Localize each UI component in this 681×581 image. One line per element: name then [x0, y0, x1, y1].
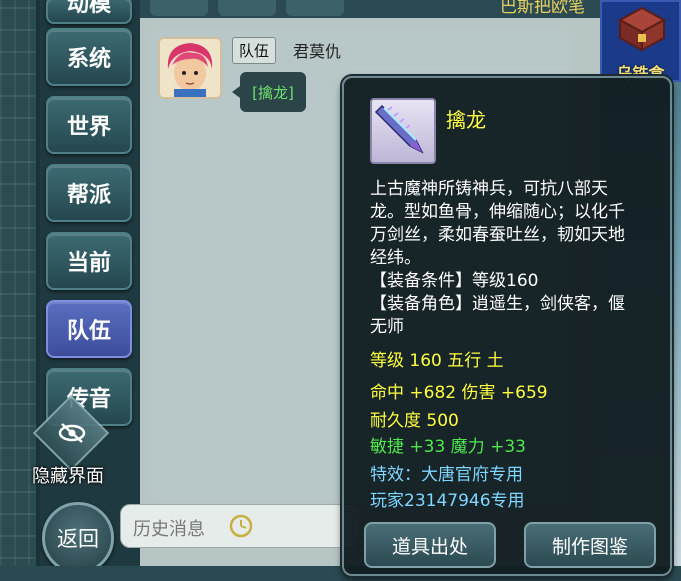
item-special-effect: 特效：大唐官府专用 [370, 465, 523, 485]
clock-icon [229, 514, 253, 538]
item-equip-role: 【装备角色】逍遥生，剑侠客，偃无师 [370, 294, 625, 337]
message-bubble: [擒龙] [232, 72, 306, 112]
channel-tab-label: 帮派 [66, 183, 111, 208]
item-name: 擒龙 [446, 108, 486, 132]
item-durability: 耐久度 500 [370, 411, 459, 431]
eye-slash-icon [58, 423, 86, 443]
character-portrait-icon [160, 39, 220, 97]
item-source-label: 道具出处 [391, 535, 468, 558]
channel-tab-team[interactable]: 队伍 [46, 300, 132, 358]
channel-tab-current[interactable]: 当前 [46, 232, 132, 290]
sender-avatar[interactable] [158, 37, 222, 99]
toolbar-icon-2[interactable] [218, 0, 276, 16]
toolbar-icon-1[interactable] [150, 0, 208, 16]
channel-tab-label: 当前 [66, 251, 111, 276]
channel-tab-world[interactable]: 世界 [46, 96, 132, 154]
item-level-element: 等级 160 五行 土 [370, 351, 504, 371]
top-toolbar: 巴斯把欧笔 [140, 0, 600, 18]
channel-tab-partial-label: 动模 [66, 0, 111, 17]
sword-icon [374, 104, 424, 154]
top-partial-text: 巴斯把欧笔 [500, 0, 585, 17]
toolbar-icon-3[interactable] [286, 0, 344, 16]
item-hit-damage: 命中 +682 伤害 +659 [370, 383, 548, 403]
item-owner: 玩家23147946专用 [370, 491, 525, 511]
message-sender-name[interactable]: 君莫仇 [293, 38, 341, 62]
craft-guide-button[interactable]: 制作图鉴 [524, 522, 656, 568]
channel-tab-guild[interactable]: 帮派 [46, 164, 132, 222]
left-decorative-frame [0, 0, 40, 581]
item-icon-frame [370, 98, 436, 164]
item-description-block: 上古魔神所铸神兵，可抗八部天龙。型如鱼骨，伸缩随心；以化千万剑丝，柔如春蚕吐丝，… [370, 178, 640, 339]
item-tooltip: 擒龙 上古魔神所铸神兵，可抗八部天龙。型如鱼骨，伸缩随心；以化千万剑丝，柔如春蚕… [342, 76, 672, 576]
channel-rail [40, 0, 140, 581]
craft-guide-label: 制作图鉴 [551, 535, 628, 558]
history-input-placeholder: 历史消息 [133, 519, 205, 540]
channel-tab-system[interactable]: 系统 [46, 28, 132, 86]
hide-ui-label: 隐藏界面 [32, 466, 104, 487]
message-channel-tag: 队伍 [232, 37, 277, 64]
item-equip-condition: 【装备条件】等级160 [370, 271, 539, 291]
treasure-box-button[interactable]: 乌铁盒 [600, 0, 681, 83]
channel-tab-partial[interactable]: 动模 [46, 0, 132, 24]
back-button-label: 返回 [57, 527, 99, 551]
history-messages-input[interactable]: 历史消息 [120, 504, 360, 548]
item-description: 上古魔神所铸神兵，可抗八部天龙。型如鱼骨，伸缩随心；以化千万剑丝，柔如春蚕吐丝，… [370, 179, 625, 268]
treasure-chest-icon [617, 6, 667, 52]
item-agility-magic: 敏捷 +33 魔力 +33 [370, 437, 526, 457]
channel-tab-label: 系统 [66, 47, 111, 72]
channel-tab-label: 队伍 [66, 319, 111, 344]
hide-ui-button[interactable]: 隐藏界面 [28, 394, 140, 492]
back-button[interactable]: 返回 [42, 502, 114, 574]
item-source-button[interactable]: 道具出处 [364, 522, 496, 568]
item-link[interactable]: [擒龙] [252, 82, 294, 103]
channel-tab-label: 世界 [66, 115, 111, 140]
